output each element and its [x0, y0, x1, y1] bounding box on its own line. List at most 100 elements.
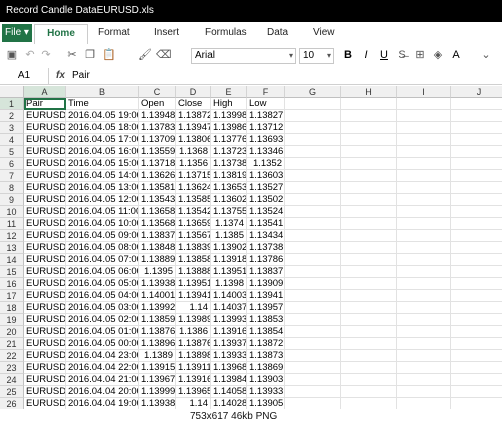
table-cell[interactable]: 2016.04.04 22:00 — [66, 362, 139, 374]
table-cell[interactable]: EURUSD — [24, 122, 66, 134]
table-cell[interactable]: 1.1374 — [211, 218, 247, 230]
font-select[interactable]: Arial ▾ — [191, 48, 296, 64]
table-cell[interactable] — [341, 122, 397, 134]
table-cell[interactable]: 1.13933 — [211, 350, 247, 362]
format-painter-icon[interactable]: 🖌 — [138, 49, 152, 61]
table-cell[interactable]: 2016.04.05 03:00 — [66, 302, 139, 314]
table-cell[interactable]: 1.13898 — [176, 350, 211, 362]
font-size-select[interactable]: 10 ▾ — [299, 48, 334, 64]
table-cell[interactable]: EURUSD — [24, 374, 66, 386]
table-cell[interactable]: EURUSD — [24, 182, 66, 194]
table-cell[interactable] — [397, 302, 451, 314]
table-cell[interactable] — [451, 242, 502, 254]
file-menu-button[interactable]: File ▾ — [2, 24, 32, 42]
table-cell[interactable]: EURUSD — [24, 134, 66, 146]
table-cell[interactable]: 1.13653 — [211, 182, 247, 194]
table-cell[interactable]: 2016.04.05 14:00 — [66, 170, 139, 182]
table-cell[interactable] — [341, 386, 397, 398]
spreadsheet-grid[interactable]: A B C D E F G H I J 1 Pair Time Open Close High Low 2 EURU… — [0, 86, 502, 425]
cut-icon[interactable]: ✂ — [66, 49, 78, 61]
table-cell[interactable] — [397, 170, 451, 182]
table-cell[interactable] — [451, 146, 502, 158]
table-cell[interactable] — [285, 158, 341, 170]
table-cell[interactable]: 2016.04.04 23:00 — [66, 350, 139, 362]
table-cell[interactable] — [397, 266, 451, 278]
table-cell[interactable]: 1.13947 — [176, 122, 211, 134]
table-cell[interactable]: 1.13876 — [176, 338, 211, 350]
table-cell[interactable] — [285, 386, 341, 398]
row-header[interactable]: 7 — [0, 170, 24, 182]
table-cell[interactable]: 1.1352 — [247, 158, 285, 170]
row-header[interactable]: 21 — [0, 338, 24, 350]
table-cell[interactable]: 1.13888 — [176, 266, 211, 278]
table-cell[interactable] — [397, 182, 451, 194]
header-cell[interactable] — [341, 98, 397, 110]
table-cell[interactable]: 2016.04.05 07:00 — [66, 254, 139, 266]
row-header[interactable]: 17 — [0, 290, 24, 302]
table-cell[interactable]: 2016.04.05 00:00 — [66, 338, 139, 350]
row-header[interactable]: 24 — [0, 374, 24, 386]
table-cell[interactable]: 1.1398 — [211, 278, 247, 290]
table-cell[interactable]: EURUSD — [24, 326, 66, 338]
table-cell[interactable]: 1.13568 — [139, 218, 176, 230]
table-cell[interactable] — [451, 218, 502, 230]
table-cell[interactable]: 1.13581 — [139, 182, 176, 194]
table-cell[interactable]: 2016.04.04 21:00 — [66, 374, 139, 386]
table-cell[interactable]: EURUSD — [24, 146, 66, 158]
table-cell[interactable]: 1.13951 — [211, 266, 247, 278]
table-cell[interactable]: 1.13933 — [247, 386, 285, 398]
table-cell[interactable]: 1.13854 — [247, 326, 285, 338]
column-header-c[interactable]: C — [139, 86, 176, 98]
table-cell[interactable] — [397, 230, 451, 242]
table-cell[interactable]: 1.13524 — [247, 206, 285, 218]
table-cell[interactable] — [451, 170, 502, 182]
table-cell[interactable] — [341, 362, 397, 374]
row-header[interactable]: 23 — [0, 362, 24, 374]
table-cell[interactable] — [397, 374, 451, 386]
table-cell[interactable]: 1.13941 — [176, 290, 211, 302]
table-cell[interactable] — [285, 206, 341, 218]
borders-icon[interactable]: ⊞ — [414, 49, 426, 61]
table-cell[interactable] — [451, 266, 502, 278]
table-cell[interactable]: 1.13786 — [247, 254, 285, 266]
table-cell[interactable] — [285, 242, 341, 254]
table-cell[interactable]: 1.13876 — [139, 326, 176, 338]
header-cell[interactable]: Pair — [24, 98, 66, 110]
table-cell[interactable]: 1.13918 — [211, 254, 247, 266]
table-cell[interactable]: 1.13527 — [247, 182, 285, 194]
table-cell[interactable] — [451, 206, 502, 218]
underline-icon[interactable]: U — [378, 49, 390, 61]
table-cell[interactable] — [451, 314, 502, 326]
table-cell[interactable]: 2016.04.05 06:00 — [66, 266, 139, 278]
table-cell[interactable]: EURUSD — [24, 170, 66, 182]
table-cell[interactable]: EURUSD — [24, 230, 66, 242]
table-cell[interactable]: EURUSD — [24, 290, 66, 302]
more-icon[interactable]: ⌄ — [480, 49, 492, 61]
table-cell[interactable]: 2016.04.04 20:00 — [66, 386, 139, 398]
table-cell[interactable] — [451, 194, 502, 206]
column-header-j[interactable]: J — [451, 86, 502, 98]
header-cell[interactable]: High — [211, 98, 247, 110]
table-cell[interactable]: 1.13541 — [247, 218, 285, 230]
table-cell[interactable]: EURUSD — [24, 206, 66, 218]
row-header[interactable]: 6 — [0, 158, 24, 170]
tab-formulas[interactable]: Formulas — [205, 27, 247, 38]
table-cell[interactable] — [285, 350, 341, 362]
table-cell[interactable]: 2016.04.05 01:00 — [66, 326, 139, 338]
table-cell[interactable] — [397, 218, 451, 230]
table-cell[interactable] — [341, 230, 397, 242]
table-cell[interactable]: 2016.04.05 16:00 — [66, 146, 139, 158]
table-cell[interactable]: 1.13723 — [211, 146, 247, 158]
table-cell[interactable]: 1.13957 — [247, 302, 285, 314]
table-cell[interactable] — [341, 134, 397, 146]
table-cell[interactable] — [285, 134, 341, 146]
table-cell[interactable] — [341, 266, 397, 278]
table-cell[interactable] — [397, 350, 451, 362]
table-cell[interactable] — [341, 170, 397, 182]
table-cell[interactable] — [341, 302, 397, 314]
table-cell[interactable]: 1.13968 — [211, 362, 247, 374]
table-cell[interactable]: 1.14003 — [211, 290, 247, 302]
table-cell[interactable]: 2016.04.05 09:00 — [66, 230, 139, 242]
table-cell[interactable]: 1.13909 — [247, 278, 285, 290]
table-cell[interactable]: 1.13937 — [211, 338, 247, 350]
